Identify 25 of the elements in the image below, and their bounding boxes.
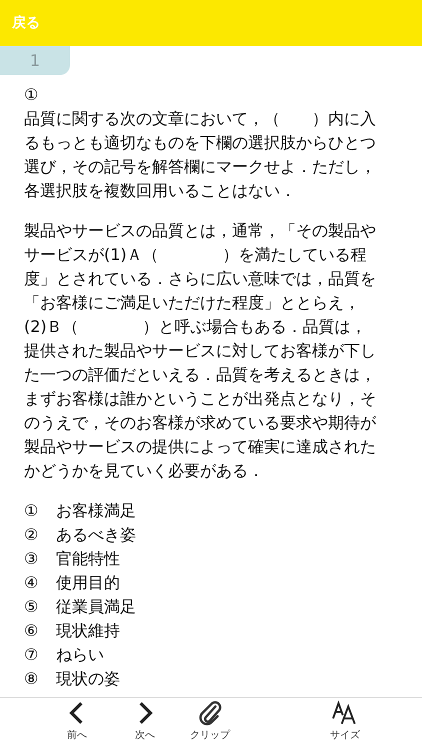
choice-number: ⑥	[24, 620, 40, 642]
choice-label: 現状維持	[56, 620, 120, 642]
prev-button[interactable]: 前へ	[64, 700, 90, 742]
choice-number: ②	[24, 524, 40, 546]
choice-label: 官能特性	[56, 548, 120, 570]
choice-label: ねらい	[56, 644, 104, 666]
paperclip-icon	[197, 700, 223, 726]
choice-number: ⑧	[24, 668, 40, 690]
font-size-icon	[332, 700, 358, 726]
choice-number: ⑦	[24, 644, 40, 666]
choice-number: ③	[24, 548, 40, 570]
choice-number: ④	[24, 572, 40, 594]
size-button[interactable]: サイズ	[330, 700, 360, 742]
choice-label: 従業員満足	[56, 596, 136, 618]
choice-label: お客様満足	[56, 500, 136, 522]
choice-label: あるべき姿	[56, 524, 136, 546]
choice-number: ①	[24, 500, 40, 522]
question-number: ①	[24, 84, 40, 106]
choice-label: 現状の姿	[56, 668, 120, 690]
next-button[interactable]: 次へ	[132, 700, 158, 742]
clip-button[interactable]: クリップ	[190, 700, 230, 742]
question-instruction: 品質に関する次の文章において，（ ）内に入るもっとも適切なものを下欄の選択肢からひとつ選び，その記号を解答欄にマークせよ．ただし，各選択肢を複数回用いることはない．	[24, 108, 377, 202]
choice-label: 使用目的	[56, 572, 120, 594]
question-passage: 製品やサービスの品質とは，通常，「その製品やサービスが(1)Ａ（ ）を満たしている程度」とされている．さらに広い意味では，品質を「お客様にご満足いただけた程度」ととらえ，(2)Ｂ（ ）と呼ぶ場合もある．品質は，提供された製品やサービスに対してお客様が下した一つの評価だといえる．品質を考えるときは，まずお客様は誰かということが出発点となり，そのうえで，そのお客様が求めている要求や期待が製品やサービスの提供によって確実に達成されたかどうかを見ていく必要がある．	[24, 220, 378, 482]
choice-number: ⑤	[24, 596, 40, 618]
